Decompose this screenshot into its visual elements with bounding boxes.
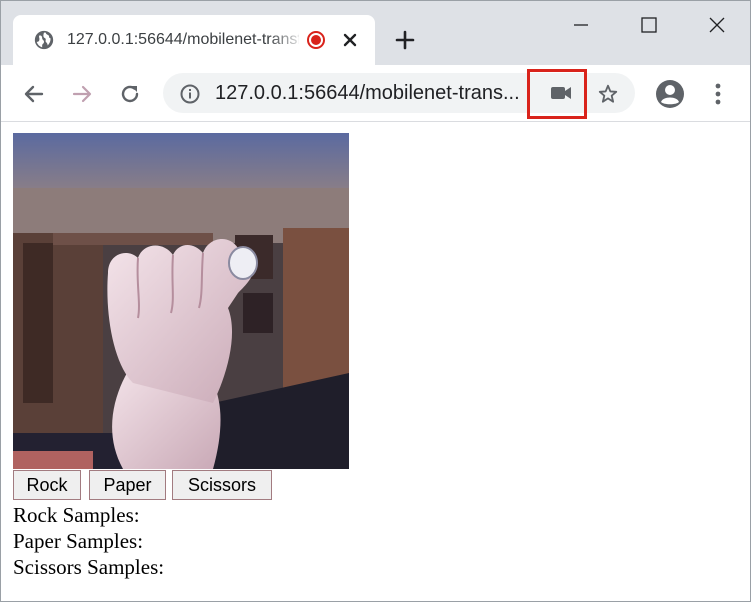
window-close-icon[interactable] [703,11,731,39]
browser-window: 127.0.0.1:56644/mobilenet-transfer 127.0… [0,0,751,602]
maximize-icon[interactable] [635,11,663,39]
tab-title-fade [269,27,305,53]
scissors-samples-label: Scissors Samples: [13,555,165,579]
recording-icon [307,31,325,49]
webcam-video [13,133,349,469]
reload-icon[interactable] [117,81,143,107]
forward-arrow-icon[interactable] [69,81,95,107]
minimize-icon[interactable] [567,11,595,39]
kebab-menu-icon[interactable] [707,81,729,107]
profile-icon[interactable] [655,79,685,109]
url-text: 127.0.0.1:56644/mobilenet-trans... [215,82,520,104]
browser-tab[interactable]: 127.0.0.1:56644/mobilenet-transfer [13,15,375,65]
paper-samples-label: Paper Samples: [13,529,144,553]
rock-samples-label: Rock Samples: [13,503,140,527]
globe-icon [34,30,54,50]
paper-button[interactable]: Paper [89,470,166,500]
rock-button[interactable]: Rock [13,470,81,500]
tab-title: 127.0.0.1:56644/mobilenet-transfer [67,31,299,48]
back-arrow-icon[interactable] [21,81,47,107]
star-icon[interactable] [597,83,619,105]
close-icon[interactable] [339,29,361,51]
tab-strip: 127.0.0.1:56644/mobilenet-transfer [1,1,750,65]
plus-icon[interactable] [393,28,417,52]
toolbar: 127.0.0.1:56644/mobilenet-trans... [1,65,750,122]
camera-icon[interactable] [550,84,572,102]
webcam-frame-image [13,133,349,469]
info-icon[interactable] [179,83,201,105]
scissors-button[interactable]: Scissors [172,470,272,500]
